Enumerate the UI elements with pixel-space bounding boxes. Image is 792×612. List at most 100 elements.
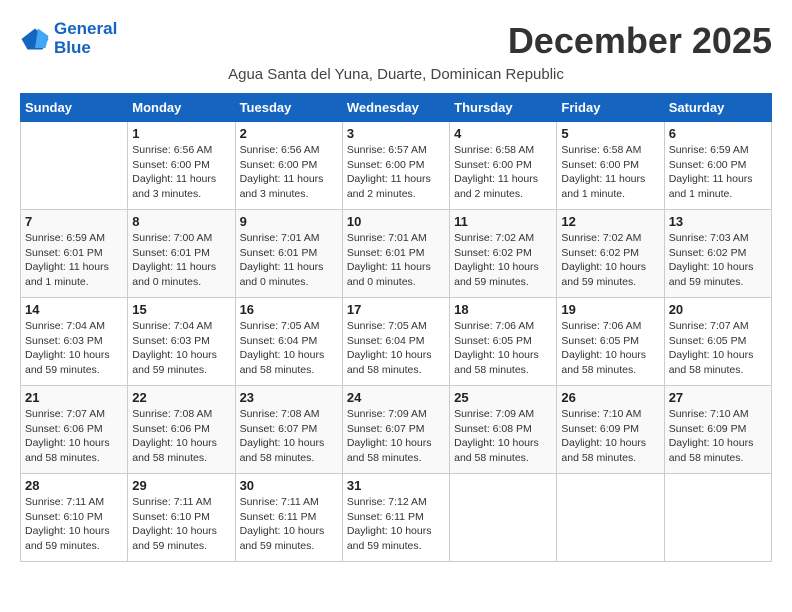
day-info: Sunrise: 7:09 AMSunset: 6:08 PMDaylight:…: [454, 407, 552, 466]
calendar-cell: 26 Sunrise: 7:10 AMSunset: 6:09 PMDayligh…: [557, 386, 664, 474]
day-info: Sunrise: 7:10 AMSunset: 6:09 PMDaylight:…: [561, 407, 659, 466]
calendar-cell: 3 Sunrise: 6:57 AMSunset: 6:00 PMDaylight…: [342, 122, 449, 210]
calendar-week-row: 28 Sunrise: 7:11 AMSunset: 6:10 PMDayligh…: [21, 474, 772, 562]
calendar-cell: 7 Sunrise: 6:59 AMSunset: 6:01 PMDaylight…: [21, 210, 128, 298]
day-info: Sunrise: 6:58 AMSunset: 6:00 PMDaylight:…: [561, 143, 659, 202]
day-number: 28: [25, 478, 123, 493]
day-number: 5: [561, 126, 659, 141]
day-number: 11: [454, 214, 552, 229]
day-info: Sunrise: 7:08 AMSunset: 6:07 PMDaylight:…: [240, 407, 338, 466]
weekday-header: Thursday: [450, 94, 557, 122]
day-number: 21: [25, 390, 123, 405]
calendar-cell: 28 Sunrise: 7:11 AMSunset: 6:10 PMDayligh…: [21, 474, 128, 562]
day-number: 1: [132, 126, 230, 141]
logo-text: General Blue: [54, 20, 117, 57]
calendar-cell: 31Sunrise: 7:12 AMSunset: 6:11 PMDayligh…: [342, 474, 449, 562]
day-number: 19: [561, 302, 659, 317]
calendar-cell: [21, 122, 128, 210]
day-number: 7: [25, 214, 123, 229]
calendar-cell: 15 Sunrise: 7:04 AMSunset: 6:03 PMDayligh…: [128, 298, 235, 386]
calendar-cell: 10 Sunrise: 7:01 AMSunset: 6:01 PMDayligh…: [342, 210, 449, 298]
day-number: 10: [347, 214, 445, 229]
calendar-cell: 11Sunrise: 7:02 AMSunset: 6:02 PMDayligh…: [450, 210, 557, 298]
calendar-cell: [557, 474, 664, 562]
day-info: Sunrise: 7:10 AMSunset: 6:09 PMDaylight:…: [669, 407, 767, 466]
calendar-cell: 25 Sunrise: 7:09 AMSunset: 6:08 PMDayligh…: [450, 386, 557, 474]
calendar-cell: 16 Sunrise: 7:05 AMSunset: 6:04 PMDayligh…: [235, 298, 342, 386]
day-number: 25: [454, 390, 552, 405]
day-info: Sunrise: 6:56 AMSunset: 6:00 PMDaylight:…: [240, 143, 338, 202]
calendar-week-row: 14 Sunrise: 7:04 AMSunset: 6:03 PMDayligh…: [21, 298, 772, 386]
weekday-header: Saturday: [664, 94, 771, 122]
day-number: 2: [240, 126, 338, 141]
day-info: Sunrise: 7:04 AMSunset: 6:03 PMDaylight:…: [132, 319, 230, 378]
day-info: Sunrise: 7:00 AMSunset: 6:01 PMDaylight:…: [132, 231, 230, 290]
calendar-cell: 13 Sunrise: 7:03 AMSunset: 6:02 PMDayligh…: [664, 210, 771, 298]
weekday-header: Wednesday: [342, 94, 449, 122]
calendar-cell: 29 Sunrise: 7:11 AMSunset: 6:10 PMDayligh…: [128, 474, 235, 562]
day-number: 29: [132, 478, 230, 493]
calendar-cell: 6 Sunrise: 6:59 AMSunset: 6:00 PMDaylight…: [664, 122, 771, 210]
logo: General Blue: [20, 20, 117, 57]
calendar-week-row: 21 Sunrise: 7:07 AMSunset: 6:06 PMDayligh…: [21, 386, 772, 474]
day-info: Sunrise: 7:06 AMSunset: 6:05 PMDaylight:…: [454, 319, 552, 378]
calendar-cell: 9Sunrise: 7:01 AMSunset: 6:01 PMDaylight…: [235, 210, 342, 298]
calendar-week-row: 1 Sunrise: 6:56 AMSunset: 6:00 PMDaylight…: [21, 122, 772, 210]
day-number: 24: [347, 390, 445, 405]
day-number: 13: [669, 214, 767, 229]
day-info: Sunrise: 6:59 AMSunset: 6:01 PMDaylight:…: [25, 231, 123, 290]
calendar-cell: 24 Sunrise: 7:09 AMSunset: 6:07 PMDayligh…: [342, 386, 449, 474]
day-info: Sunrise: 6:56 AMSunset: 6:00 PMDaylight:…: [132, 143, 230, 202]
calendar-cell: 23Sunrise: 7:08 AMSunset: 6:07 PMDayligh…: [235, 386, 342, 474]
day-info: Sunrise: 6:59 AMSunset: 6:00 PMDaylight:…: [669, 143, 767, 202]
subtitle: Agua Santa del Yuna, Duarte, Dominican R…: [20, 66, 772, 83]
day-number: 6: [669, 126, 767, 141]
day-number: 16: [240, 302, 338, 317]
day-number: 15: [132, 302, 230, 317]
day-info: Sunrise: 7:01 AMSunset: 6:01 PMDaylight:…: [347, 231, 445, 290]
day-number: 14: [25, 302, 123, 317]
calendar-cell: 1 Sunrise: 6:56 AMSunset: 6:00 PMDaylight…: [128, 122, 235, 210]
weekday-header: Monday: [128, 94, 235, 122]
day-info: Sunrise: 7:07 AMSunset: 6:05 PMDaylight:…: [669, 319, 767, 378]
day-number: 8: [132, 214, 230, 229]
day-info: Sunrise: 7:03 AMSunset: 6:02 PMDaylight:…: [669, 231, 767, 290]
day-info: Sunrise: 6:58 AMSunset: 6:00 PMDaylight:…: [454, 143, 552, 202]
day-info: Sunrise: 7:07 AMSunset: 6:06 PMDaylight:…: [25, 407, 123, 466]
calendar-cell: 8 Sunrise: 7:00 AMSunset: 6:01 PMDaylight…: [128, 210, 235, 298]
day-info: Sunrise: 7:02 AMSunset: 6:02 PMDaylight:…: [561, 231, 659, 290]
day-number: 30: [240, 478, 338, 493]
calendar-cell: 5 Sunrise: 6:58 AMSunset: 6:00 PMDaylight…: [557, 122, 664, 210]
day-info: Sunrise: 7:04 AMSunset: 6:03 PMDaylight:…: [25, 319, 123, 378]
calendar-week-row: 7 Sunrise: 6:59 AMSunset: 6:01 PMDaylight…: [21, 210, 772, 298]
calendar-cell: 12 Sunrise: 7:02 AMSunset: 6:02 PMDayligh…: [557, 210, 664, 298]
day-number: 18: [454, 302, 552, 317]
weekday-header: Sunday: [21, 94, 128, 122]
calendar-cell: 20 Sunrise: 7:07 AMSunset: 6:05 PMDayligh…: [664, 298, 771, 386]
day-info: Sunrise: 7:06 AMSunset: 6:05 PMDaylight:…: [561, 319, 659, 378]
day-number: 31: [347, 478, 445, 493]
page-header: General Blue December 2025: [20, 20, 772, 62]
day-info: Sunrise: 7:01 AMSunset: 6:01 PMDaylight:…: [240, 231, 338, 290]
month-title: December 2025: [508, 20, 772, 62]
day-info: Sunrise: 7:05 AMSunset: 6:04 PMDaylight:…: [347, 319, 445, 378]
calendar-cell: 19 Sunrise: 7:06 AMSunset: 6:05 PMDayligh…: [557, 298, 664, 386]
day-info: Sunrise: 7:11 AMSunset: 6:10 PMDaylight:…: [25, 495, 123, 554]
day-info: Sunrise: 6:57 AMSunset: 6:00 PMDaylight:…: [347, 143, 445, 202]
day-number: 4: [454, 126, 552, 141]
day-number: 3: [347, 126, 445, 141]
weekday-header-row: SundayMondayTuesdayWednesdayThursdayFrid…: [21, 94, 772, 122]
day-number: 20: [669, 302, 767, 317]
day-number: 12: [561, 214, 659, 229]
calendar-cell: [450, 474, 557, 562]
day-info: Sunrise: 7:11 AMSunset: 6:10 PMDaylight:…: [132, 495, 230, 554]
weekday-header: Tuesday: [235, 94, 342, 122]
calendar-cell: 14 Sunrise: 7:04 AMSunset: 6:03 PMDayligh…: [21, 298, 128, 386]
day-info: Sunrise: 7:05 AMSunset: 6:04 PMDaylight:…: [240, 319, 338, 378]
day-info: Sunrise: 7:09 AMSunset: 6:07 PMDaylight:…: [347, 407, 445, 466]
day-number: 26: [561, 390, 659, 405]
calendar-cell: 17Sunrise: 7:05 AMSunset: 6:04 PMDayligh…: [342, 298, 449, 386]
weekday-header: Friday: [557, 94, 664, 122]
calendar-table: SundayMondayTuesdayWednesdayThursdayFrid…: [20, 93, 772, 562]
calendar-cell: 27Sunrise: 7:10 AMSunset: 6:09 PMDayligh…: [664, 386, 771, 474]
